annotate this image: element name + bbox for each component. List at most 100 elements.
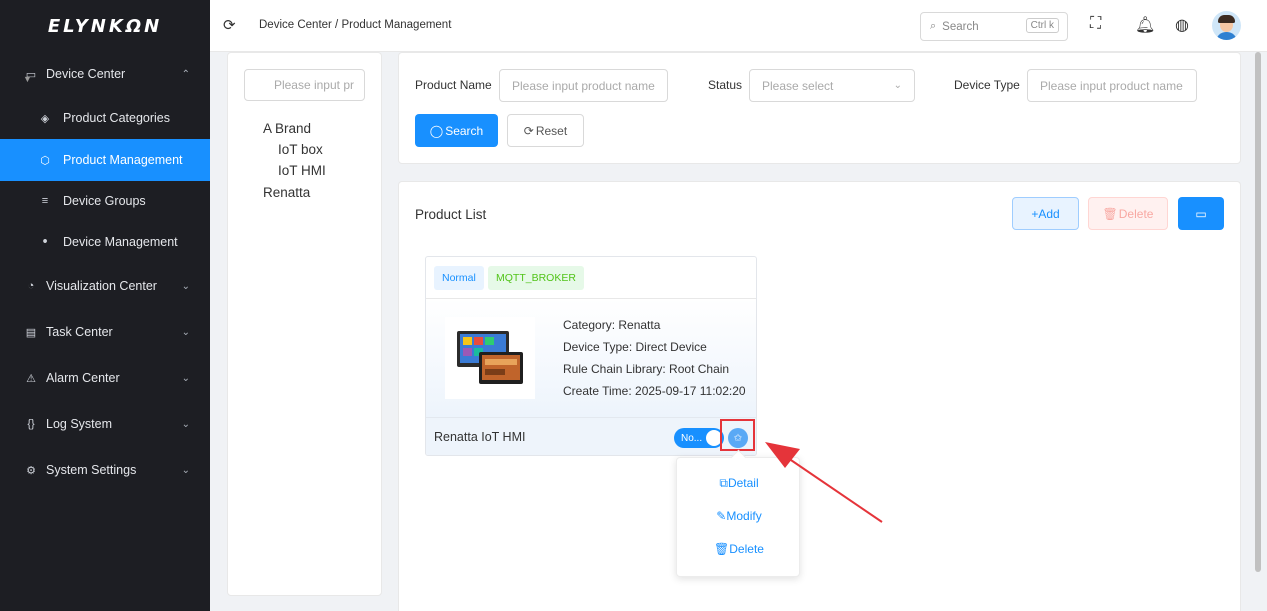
status-label: Status xyxy=(708,78,743,92)
card-body: Category: Renatta Device Type: Direct De… xyxy=(426,299,756,417)
tree-node-renatta[interactable]: Renatta xyxy=(263,185,310,200)
hierarchy-icon: ꔷ xyxy=(42,235,48,248)
tree-node-iot-hmi[interactable]: IoT HMI xyxy=(278,163,326,178)
card-view-button[interactable]: ▭ xyxy=(1178,197,1224,230)
menu-item-label: Modify xyxy=(726,509,762,523)
sidebar-item-task-center[interactable]: ▤ Task Center ⌄ xyxy=(0,311,210,353)
device-type-label: Device Type xyxy=(954,78,1020,92)
clipboard-icon: ▤ xyxy=(25,326,37,339)
sidebar-item-label: Product Categories xyxy=(63,111,171,125)
app-logo: ELYNKΩN xyxy=(47,15,163,37)
trash-icon: 🗑︎ xyxy=(1102,206,1118,221)
status-badge: Normal xyxy=(434,266,484,290)
sidebar-item-visualization-center[interactable]: ◔ Visualization Center ⌄ xyxy=(0,265,210,307)
top-header: ⟳ Device Center / Product Management ⌕ S… xyxy=(210,0,1267,52)
device-type-input[interactable]: Please input product name xyxy=(1027,69,1197,102)
tree-search-input[interactable]: Please input pr xyxy=(244,69,365,101)
reset-icon: ⟳ xyxy=(523,123,534,138)
edit-icon: ✎ xyxy=(716,509,727,523)
sidebar-item-label: Device Groups xyxy=(63,194,146,208)
chevron-down-icon: ⌄ xyxy=(181,372,190,384)
layers-icon: ◈ xyxy=(40,112,50,125)
status-toggle[interactable]: No... xyxy=(674,428,724,448)
sidebar-item-product-management[interactable]: ⬡ Product Management xyxy=(0,139,210,181)
product-list-title: Product List xyxy=(415,207,487,222)
search-icon: ⌕ xyxy=(930,20,937,32)
sidebar-item-log-system[interactable]: {} Log System ⌄ xyxy=(0,403,210,445)
pie-chart-icon: ◔ xyxy=(27,280,35,292)
chevron-down-icon: ⌄ xyxy=(181,418,190,430)
search-shortcut: Ctrl k xyxy=(1025,18,1059,33)
chevron-up-icon: ⌃ xyxy=(181,68,190,80)
reset-button-label: Reset xyxy=(535,123,568,138)
sidebar-item-label: System Settings xyxy=(46,463,137,477)
menu-item-delete[interactable]: 🗑︎Delete xyxy=(677,542,801,556)
product-name-label: Product Name xyxy=(415,78,492,92)
sidebar-item-alarm-center[interactable]: ⚠ Alarm Center ⌄ xyxy=(0,357,210,399)
code-icon: {} xyxy=(27,418,35,430)
product-card[interactable]: Normal MQTT_BROKER Category: Renatta Dev… xyxy=(425,256,757,456)
cube-icon: ⬡ xyxy=(40,154,50,167)
chevron-down-icon: ⌄ xyxy=(893,80,902,91)
sidebar-item-label: Device Center xyxy=(46,67,126,81)
bell-icon[interactable]: 🔔︎ xyxy=(1135,15,1155,35)
add-button[interactable]: +Add xyxy=(1012,197,1079,230)
list-icon: ≡ xyxy=(41,195,49,207)
trash-icon: 🗑︎ xyxy=(714,542,730,556)
search-button-label: Search xyxy=(445,123,484,138)
sidebar-item-label: Task Center xyxy=(46,325,113,339)
sidebar-item-product-categories[interactable]: ◈ Product Categories xyxy=(0,97,210,139)
sidebar-item-label: Device Management xyxy=(63,235,178,249)
chevron-down-icon: ⌄ xyxy=(181,464,190,476)
menu-item-modify[interactable]: ✎Modify xyxy=(677,509,801,523)
alarm-icon: ⚠ xyxy=(26,372,36,385)
card-rule-chain: Rule Chain Library: Root Chain xyxy=(563,362,730,376)
toggle-label: No... xyxy=(681,432,703,444)
sidebar: ELYNKΩN ▭ Device Center ⌃ ◈ Product Cate… xyxy=(0,0,210,611)
menu-item-detail[interactable]: ⧉Detail xyxy=(677,476,801,491)
card-tags: Normal MQTT_BROKER xyxy=(426,257,756,299)
delete-button[interactable]: 🗑︎ Delete xyxy=(1088,197,1168,230)
gear-icon: ⚙ xyxy=(26,464,36,477)
fullscreen-icon[interactable]: ⛶ xyxy=(1090,15,1101,33)
page-scrollbar[interactable] xyxy=(1255,52,1261,572)
protocol-badge: MQTT_BROKER xyxy=(488,266,584,290)
search-button[interactable]: ◯ Search xyxy=(415,114,498,147)
chevron-down-icon: ⌄ xyxy=(181,280,190,292)
detail-icon: ⧉ xyxy=(719,476,728,490)
sidebar-item-device-groups[interactable]: ≡ Device Groups xyxy=(0,180,210,222)
breadcrumb: Device Center / Product Management xyxy=(259,19,452,31)
caret-down-icon[interactable]: ▼ xyxy=(23,74,32,84)
sidebar-item-label: Log System xyxy=(46,417,113,431)
globe-icon[interactable]: ◍ xyxy=(1175,15,1189,35)
filter-panel: Product Name Please input product name S… xyxy=(398,52,1241,164)
sidebar-item-label: Product Management xyxy=(63,153,183,167)
reset-button[interactable]: ⟳ Reset xyxy=(507,114,584,147)
card-create-time: Create Time: 2025-09-17 11:02:20 xyxy=(563,384,746,398)
tree-node-iot-box[interactable]: IoT box xyxy=(278,142,323,157)
avatar[interactable] xyxy=(1212,11,1241,40)
card-device-type: Device Type: Direct Device xyxy=(563,340,707,354)
search-icon: ◯ xyxy=(429,123,444,138)
menu-item-label: Detail xyxy=(727,476,759,490)
status-placeholder: Please select xyxy=(762,78,834,93)
global-search-input[interactable]: ⌕ Search Ctrl k xyxy=(920,12,1068,41)
product-name: Renatta IoT HMI xyxy=(434,430,526,444)
tree-node-a-brand[interactable]: A Brand xyxy=(263,121,311,136)
status-select[interactable]: Please select ⌄ xyxy=(749,69,915,102)
card-actions-menu: ⧉Detail ✎Modify 🗑︎Delete xyxy=(676,457,800,577)
refresh-icon[interactable]: ⟳ xyxy=(223,16,236,34)
sidebar-item-label: Visualization Center xyxy=(46,279,157,293)
card-view-icon: ▭ xyxy=(1195,206,1207,221)
sidebar-item-system-settings[interactable]: ⚙ System Settings ⌄ xyxy=(0,449,210,491)
search-placeholder: Search xyxy=(942,20,979,33)
annotation-highlight-box xyxy=(720,419,755,451)
sidebar-item-label: Alarm Center xyxy=(46,371,120,385)
sidebar-item-device-management[interactable]: ꔷ Device Management xyxy=(0,221,210,263)
product-image xyxy=(445,317,535,399)
card-footer: Renatta IoT HMI No... ✩ xyxy=(426,417,756,455)
delete-button-label: Delete xyxy=(1118,206,1154,221)
chevron-down-icon: ⌄ xyxy=(181,326,190,338)
product-name-input[interactable]: Please input product name xyxy=(499,69,668,102)
menu-item-label: Delete xyxy=(729,542,764,556)
